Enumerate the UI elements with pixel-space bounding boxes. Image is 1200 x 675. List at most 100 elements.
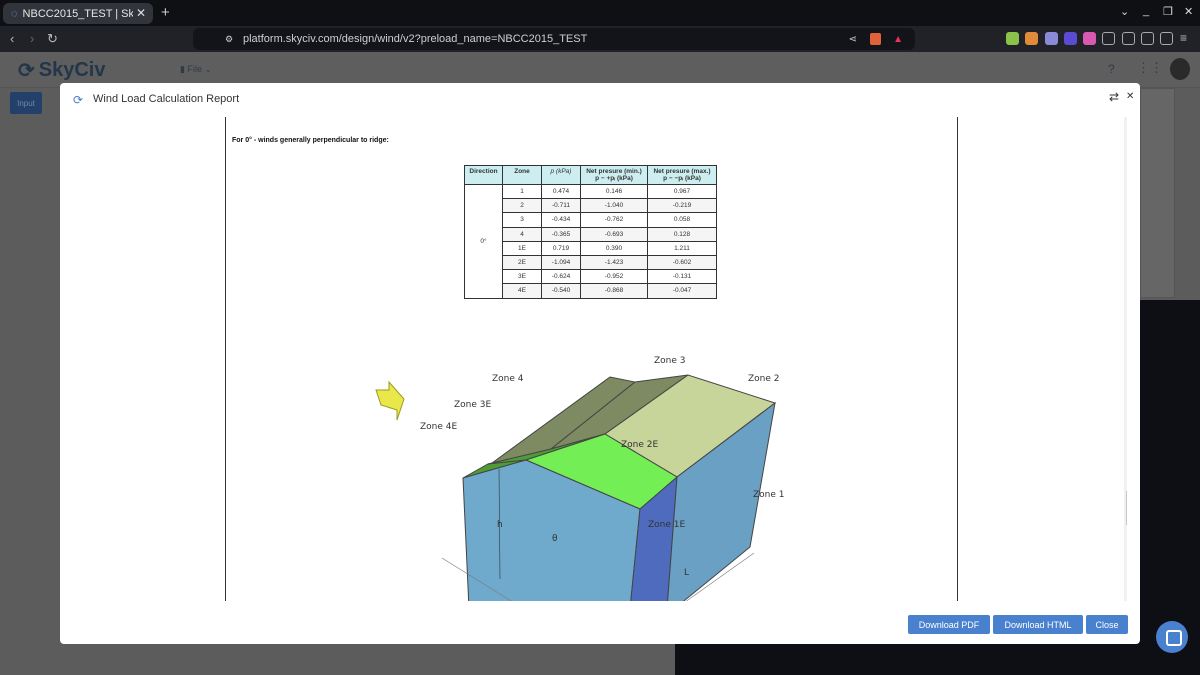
user-avatar[interactable] (1170, 58, 1190, 80)
table-cell: -0.047 (647, 283, 717, 299)
close-button[interactable]: Close (1086, 615, 1128, 634)
report-document[interactable]: For 0° - winds generally perpendicular t… (69, 117, 1127, 601)
col-zone: Zone (502, 165, 542, 185)
zone-4-label: Zone 4 (492, 374, 524, 384)
wind-zone-diagram: Zone 3 Zone 4 Zone 2 Zone 3E Zone 4E Zon… (375, 356, 785, 601)
col-net-max: Net presure (max.) p − −pᵢ (kPa) (647, 165, 717, 185)
table-cell: 4 (502, 226, 542, 242)
zone-1-label: Zone 1 (753, 490, 785, 500)
table-cell: -0.868 (580, 283, 648, 299)
extension-icon[interactable] (1045, 32, 1058, 45)
brave-rewards-icon[interactable]: ▲ (893, 34, 903, 45)
table-row: 0° 1 0.474 0.146 0.967 (464, 183, 717, 299)
download-html-button[interactable]: Download HTML (993, 615, 1083, 634)
leo-ai-icon[interactable] (1160, 32, 1173, 45)
zone-2-label: Zone 2 (748, 374, 780, 384)
table-cell: -0.365 (541, 226, 581, 242)
table-cell: -0.131 (647, 269, 717, 285)
side-panel (1140, 88, 1175, 298)
browser-tabbar: ◌ NBCC2015_TEST | SkyCiv ✕ + ⌄ _ ❐ ✕ (0, 0, 1200, 26)
help-icon[interactable]: ? (1108, 62, 1115, 76)
zone-1e-label: Zone 1E (648, 520, 686, 530)
table-row: 4 -0.365 -0.693 0.128 (465, 226, 717, 242)
vertical-scrollbar[interactable]: ▲ ▼ (1124, 117, 1127, 601)
reload-icon[interactable]: ↻ (47, 31, 58, 47)
table-cell: -1.040 (580, 198, 648, 214)
extension-icon[interactable] (1064, 32, 1077, 45)
zone-2e-label: Zone 2E (621, 440, 659, 450)
modal-title: Wind Load Calculation Report (93, 93, 240, 105)
restore-icon[interactable]: ❐ (1163, 5, 1173, 18)
close-tab-icon[interactable]: ✕ (136, 6, 146, 20)
wallet-icon[interactable] (1141, 32, 1154, 45)
wind-arrow (375, 380, 405, 421)
metamask-icon[interactable] (1025, 32, 1038, 45)
table-cell: 4E (502, 283, 542, 299)
table-row: 3 -0.434 -0.762 0.058 (465, 212, 717, 228)
table-cell: -0.540 (541, 283, 581, 299)
zone-4e-label: Zone 4E (420, 422, 458, 432)
table-cell: 3 (502, 212, 542, 228)
file-menu[interactable]: ▮ File ⌄ (180, 64, 212, 75)
site-settings-icon[interactable]: ⚙ (225, 34, 233, 45)
tab-title: NBCC2015_TEST | SkyCiv (22, 7, 133, 20)
table-cell: -0.624 (541, 269, 581, 285)
table-cell: -0.762 (580, 212, 648, 228)
table-cell: 2 (502, 198, 542, 214)
pressure-table: Direction Zone p (kPa) Net presure (min.… (464, 165, 717, 299)
col-direction: Direction (464, 165, 503, 185)
skyciv-logo-icon: ⟳ (18, 60, 35, 82)
scrollbar-thumb[interactable] (1126, 491, 1127, 525)
direction-cell: 0° (464, 184, 503, 299)
address-bar[interactable]: ⚙ platform.skyciv.com/design/wind/v2?pre… (193, 28, 915, 50)
url-text: platform.skyciv.com/design/wind/v2?prelo… (243, 33, 588, 45)
table-cell: 1E (502, 240, 542, 256)
table-cell: -0.952 (580, 269, 648, 285)
extensions-icon[interactable] (1102, 32, 1115, 45)
browser-tab[interactable]: ◌ NBCC2015_TEST | SkyCiv ✕ (3, 3, 153, 24)
input-tab[interactable]: Input (10, 92, 42, 114)
table-cell: 0.146 (580, 183, 648, 200)
brave-shield-icon[interactable] (870, 33, 881, 45)
table-cell: 0.719 (541, 240, 581, 256)
minimize-icon[interactable]: _ (1143, 5, 1149, 17)
forward-icon[interactable]: › (30, 31, 34, 46)
table-cell: 0.390 (580, 240, 648, 256)
back-icon[interactable]: ‹ (10, 31, 14, 46)
page-border-left (225, 117, 226, 601)
scroll-up-icon[interactable]: ▲ (1126, 119, 1127, 125)
skyciv-logo-icon: ⟳ (73, 93, 84, 107)
table-cell: -0.434 (541, 212, 581, 228)
new-tab-button[interactable]: + (161, 4, 170, 21)
page-border-right (957, 117, 958, 601)
chat-support-button[interactable] (1156, 621, 1188, 653)
close-window-icon[interactable]: ✕ (1184, 5, 1193, 18)
table-row: 2E -1.094 -1.423 -0.602 (465, 254, 717, 271)
close-icon[interactable]: ✕ (1126, 91, 1134, 102)
extension-icon[interactable] (1006, 32, 1019, 45)
zone-3e-label: Zone 3E (454, 400, 492, 410)
menu-icon[interactable]: ≡ (1180, 31, 1187, 45)
zone-3-label: Zone 3 (654, 356, 686, 366)
table-cell: 0.967 (647, 183, 717, 200)
scroll-down-icon[interactable]: ▼ (1126, 591, 1127, 597)
table-row: 4E -0.540 -0.868 -0.047 (465, 283, 717, 299)
sidebar-icon[interactable] (1122, 32, 1135, 45)
browser-navbar: ‹ › ↻ ▯ ⚙ platform.skyciv.com/design/win… (0, 26, 1200, 52)
skyciv-logo[interactable]: ⟳ SkyCiv (18, 58, 105, 83)
height-label: h (497, 520, 503, 530)
table-cell: 0.058 (647, 212, 717, 228)
table-cell: 2E (502, 254, 542, 271)
length-label: L (684, 568, 689, 578)
swap-icon[interactable]: ⇄ (1109, 90, 1119, 104)
table-cell: -0.693 (580, 226, 648, 242)
apps-grid-icon[interactable]: ⋮⋮ (1137, 60, 1163, 76)
extension-icon[interactable] (1083, 32, 1096, 45)
report-modal: ⟳ Wind Load Calculation Report ⇄ ✕ For 0… (60, 83, 1140, 644)
share-icon[interactable]: ⋖ (849, 34, 857, 45)
download-pdf-button[interactable]: Download PDF (908, 615, 990, 634)
tab-list-icon[interactable]: ⌄ (1120, 5, 1129, 18)
table-cell: -1.423 (580, 254, 648, 271)
table-cell: -0.219 (647, 198, 717, 214)
table-row: 1E 0.719 0.390 1.211 (465, 240, 717, 256)
